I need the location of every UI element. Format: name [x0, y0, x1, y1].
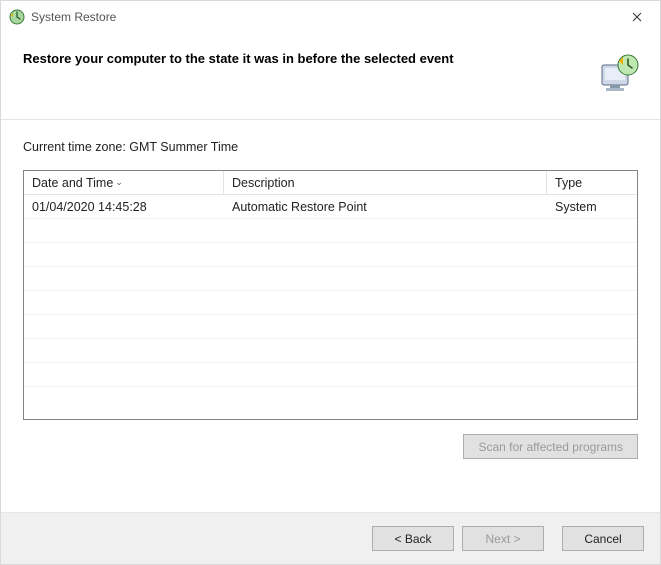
- table-row[interactable]: 01/04/2020 14:45:28 Automatic Restore Po…: [24, 195, 637, 219]
- table-row-empty: [24, 387, 637, 411]
- col-date[interactable]: Date and Time ⌄: [24, 171, 224, 194]
- cancel-button[interactable]: Cancel: [562, 526, 644, 551]
- table-empty-rows: [24, 219, 637, 419]
- col-type-label: Type: [555, 176, 582, 190]
- cell-desc: Automatic Restore Point: [224, 195, 547, 218]
- cell-date: 01/04/2020 14:45:28: [24, 195, 224, 218]
- table-row-empty: [24, 363, 637, 387]
- col-description[interactable]: Description: [224, 171, 547, 194]
- table-header: Date and Time ⌄ Description Type: [24, 171, 637, 195]
- page-title: Restore your computer to the state it wa…: [23, 51, 584, 66]
- titlebar: System Restore: [1, 1, 660, 33]
- system-restore-window: System Restore Restore your computer to …: [0, 0, 661, 565]
- table-row-empty: [24, 315, 637, 339]
- timezone-label: Current time zone: GMT Summer Time: [23, 140, 638, 154]
- window-title: System Restore: [31, 10, 614, 24]
- table-row-empty: [24, 339, 637, 363]
- scan-affected-button[interactable]: Scan for affected programs: [463, 434, 638, 459]
- content-area: Current time zone: GMT Summer Time Date …: [1, 120, 660, 512]
- col-desc-label: Description: [232, 176, 295, 190]
- next-button[interactable]: Next >: [462, 526, 544, 551]
- back-button[interactable]: < Back: [372, 526, 454, 551]
- table-row-empty: [24, 291, 637, 315]
- wizard-footer: < Back Next > Cancel: [1, 512, 660, 564]
- wizard-header: Restore your computer to the state it wa…: [1, 33, 660, 113]
- restore-points-table[interactable]: Date and Time ⌄ Description Type 01/04/2…: [23, 170, 638, 420]
- table-row-empty: [24, 219, 637, 243]
- table-row-empty: [24, 267, 637, 291]
- col-date-label: Date and Time: [32, 176, 113, 190]
- table-row-empty: [24, 243, 637, 267]
- sort-desc-icon: ⌄: [115, 177, 123, 188]
- restore-art-icon: [596, 51, 640, 95]
- app-icon: [9, 9, 25, 25]
- col-type[interactable]: Type: [547, 171, 637, 194]
- close-button[interactable]: [614, 1, 660, 33]
- cell-type: System: [547, 195, 637, 218]
